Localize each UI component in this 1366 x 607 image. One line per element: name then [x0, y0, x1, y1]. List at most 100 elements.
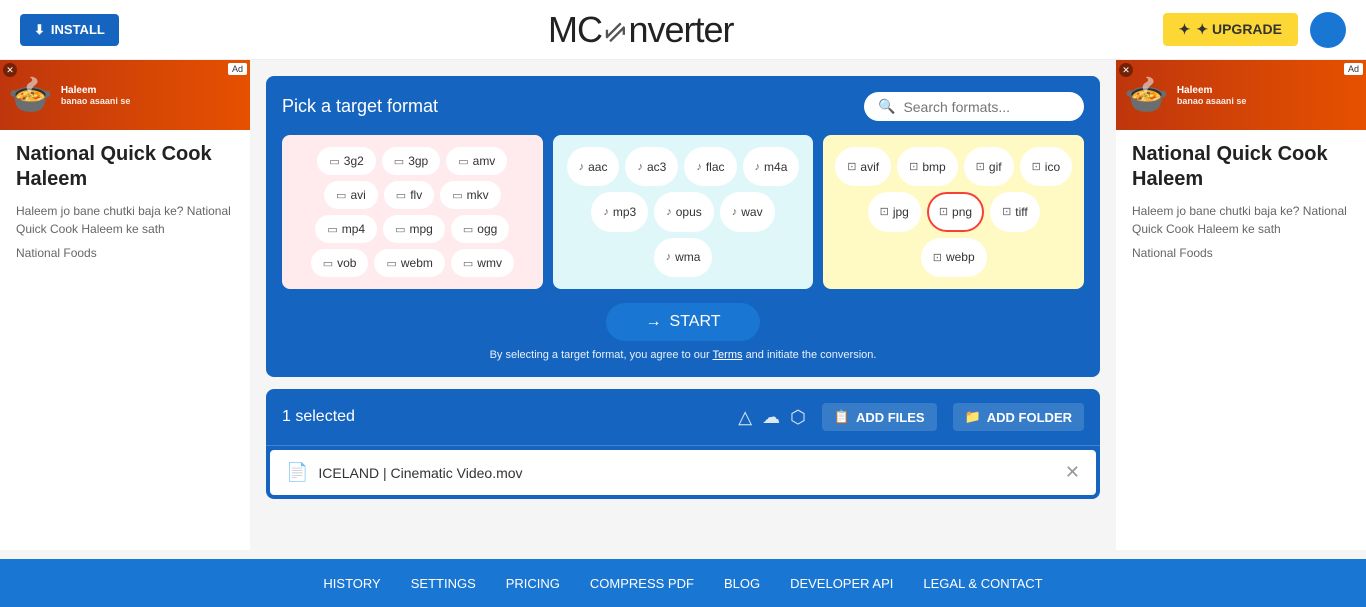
- video-format-chip[interactable]: ▭wmv: [451, 249, 514, 277]
- terms-link[interactable]: Terms: [713, 349, 743, 361]
- audio-format-chip[interactable]: ♪flac: [684, 147, 736, 186]
- video-chip-icon: ▭: [394, 155, 404, 168]
- audio-format-chip[interactable]: ♪aac: [567, 147, 620, 186]
- right-ad-bowl-icon: 🍲: [1124, 74, 1169, 116]
- audio-chip-icon: ♪: [579, 161, 585, 173]
- right-ad-img-text: Haleem banao asaani se: [1177, 85, 1247, 106]
- cloud-icons: △ ☁ ⬡: [738, 407, 806, 428]
- app-title: MC⇌nverter: [548, 9, 734, 51]
- footer-link-developer_api[interactable]: DEVELOPER API: [790, 576, 893, 591]
- video-format-chip[interactable]: ▭ogg: [451, 215, 509, 243]
- dropbox-icon[interactable]: ⬡: [790, 407, 806, 428]
- image-format-chip[interactable]: ⊡png: [927, 192, 984, 231]
- audio-format-chip[interactable]: ♪wav: [720, 192, 775, 231]
- upgrade-button[interactable]: ✦ ✦ UPGRADE: [1163, 13, 1298, 46]
- add-files-icon: 📋: [834, 409, 850, 425]
- user-icon: 👤: [1316, 17, 1341, 42]
- image-format-chip[interactable]: ⊡ico: [1020, 147, 1073, 186]
- format-picker-header: Pick a target format 🔍: [282, 92, 1084, 121]
- search-input[interactable]: [903, 99, 1070, 115]
- footer-link-pricing[interactable]: PRICING: [506, 576, 560, 591]
- install-button[interactable]: ⬇ INSTALL: [20, 14, 119, 46]
- image-format-chip[interactable]: ⊡avif: [835, 147, 891, 186]
- footer-link-legal_&_contact[interactable]: LEGAL & CONTACT: [923, 576, 1042, 591]
- video-chip-icon: ▭: [327, 223, 337, 236]
- video-chip-icon: ▭: [452, 189, 462, 202]
- audio-chip-icon: ♪: [666, 251, 672, 263]
- search-icon: 🔍: [878, 98, 895, 115]
- left-ad-panel: 🍲 Haleem banao asaani se Ad ✕ National Q…: [0, 60, 250, 550]
- audio-format-group: ♪aac♪ac3♪flac♪m4a ♪mp3♪opus♪wav♪wma: [553, 135, 814, 289]
- header: ⬇ INSTALL MC⇌nverter ✦ ✦ UPGRADE 👤: [0, 0, 1366, 60]
- image-chip-icon: ⊡: [847, 160, 856, 173]
- image-chip-icon: ⊡: [939, 205, 948, 218]
- add-folder-label: ADD FOLDER: [987, 410, 1072, 425]
- video-format-chip[interactable]: ▭mkv: [440, 181, 500, 209]
- header-right: ✦ ✦ UPGRADE 👤: [1163, 12, 1346, 48]
- audio-format-chip[interactable]: ♪wma: [654, 238, 713, 277]
- right-ad-panel: 🍲 Haleem banao asaani se Ad ✕ National Q…: [1116, 60, 1366, 550]
- footer-link-settings[interactable]: SETTINGS: [411, 576, 476, 591]
- start-button[interactable]: → START: [606, 303, 761, 341]
- video-chip-icon: ▭: [396, 189, 406, 202]
- image-format-chip[interactable]: ⊡gif: [964, 147, 1014, 186]
- image-format-chip[interactable]: ⊡tiff: [990, 192, 1040, 231]
- start-label: START: [670, 313, 721, 331]
- ad-img-text: Haleem banao asaani se: [61, 85, 131, 106]
- right-ad-badge: Ad: [1344, 63, 1363, 75]
- google-drive-icon[interactable]: △: [738, 407, 752, 428]
- upgrade-star-icon: ✦: [1179, 21, 1191, 38]
- left-ad-text: National Quick Cook Haleem Haleem jo ban…: [0, 130, 250, 272]
- image-format-chip[interactable]: ⊡bmp: [897, 147, 958, 186]
- video-chip-icon: ▭: [329, 155, 339, 168]
- right-ad-description: Haleem jo bane chutki baja ke? National …: [1132, 202, 1350, 238]
- audio-chip-icon: ♪: [755, 161, 761, 173]
- right-ad-close-icon[interactable]: ✕: [1119, 63, 1133, 77]
- search-box: 🔍: [864, 92, 1084, 121]
- format-picker: Pick a target format 🔍 ▭3g2▭3gp▭amv▭avi▭…: [266, 76, 1100, 377]
- image-format-chip[interactable]: ⊡webp: [921, 238, 987, 277]
- right-ad-brand: National Foods: [1132, 246, 1350, 260]
- footer: HISTORY SETTINGS PRICING COMPRESS PDF BLOG DE…: [0, 559, 1366, 607]
- audio-format-chip[interactable]: ♪ac3: [625, 147, 678, 186]
- right-ad-text: National Quick Cook Haleem Haleem jo ban…: [1116, 130, 1366, 272]
- video-format-chip[interactable]: ▭3gp: [382, 147, 440, 175]
- video-format-chip[interactable]: ▭vob: [311, 249, 369, 277]
- audio-chip-icon: ♪: [696, 161, 702, 173]
- install-icon: ⬇: [34, 22, 45, 38]
- footer-link-blog[interactable]: BLOG: [724, 576, 760, 591]
- audio-format-chip[interactable]: ♪m4a: [743, 147, 800, 186]
- start-arrow-icon: →: [646, 313, 662, 331]
- audio-chip-icon: ♪: [732, 206, 738, 218]
- audio-chip-icon: ♪: [603, 206, 609, 218]
- add-folder-button[interactable]: 📁 ADD FOLDER: [953, 403, 1084, 431]
- audio-format-chip[interactable]: ♪opus: [654, 192, 714, 231]
- file-name: ICELAND | Cinematic Video.mov: [318, 465, 1054, 481]
- upgrade-label: ✦ UPGRADE: [1196, 21, 1282, 38]
- video-format-chip[interactable]: ▭avi: [324, 181, 378, 209]
- video-format-chip[interactable]: ▭amv: [446, 147, 507, 175]
- footer-link-history[interactable]: HISTORY: [323, 576, 380, 591]
- video-format-chip[interactable]: ▭mp4: [315, 215, 377, 243]
- install-label: INSTALL: [51, 22, 105, 37]
- video-format-chip[interactable]: ▭webm: [374, 249, 444, 277]
- footer-link-compress_pdf[interactable]: COMPRESS PDF: [590, 576, 694, 591]
- video-format-chip[interactable]: ▭flv: [384, 181, 434, 209]
- ad-close-icon[interactable]: ✕: [3, 63, 17, 77]
- video-chip-icon: ▭: [386, 257, 396, 270]
- file-remove-icon[interactable]: ✕: [1065, 462, 1080, 483]
- user-avatar[interactable]: 👤: [1310, 12, 1346, 48]
- audio-format-chip[interactable]: ♪mp3: [591, 192, 648, 231]
- right-ad-title: National Quick Cook Haleem: [1132, 142, 1350, 192]
- onedrive-icon[interactable]: ☁: [762, 407, 780, 428]
- start-section: → START By selecting a target format, yo…: [282, 303, 1084, 361]
- add-files-label: ADD FILES: [856, 410, 925, 425]
- add-files-button[interactable]: 📋 ADD FILES: [822, 403, 937, 431]
- format-picker-title: Pick a target format: [282, 96, 438, 117]
- video-format-chip[interactable]: ▭mpg: [383, 215, 445, 243]
- file-header: 1 selected △ ☁ ⬡ 📋 ADD FILES 📁 ADD FOLDE…: [266, 389, 1100, 446]
- image-format-chip[interactable]: ⊡jpg: [868, 192, 921, 231]
- image-chip-icon: ⊡: [976, 160, 985, 173]
- video-format-chip[interactable]: ▭3g2: [317, 147, 375, 175]
- image-chip-icon: ⊡: [1002, 205, 1011, 218]
